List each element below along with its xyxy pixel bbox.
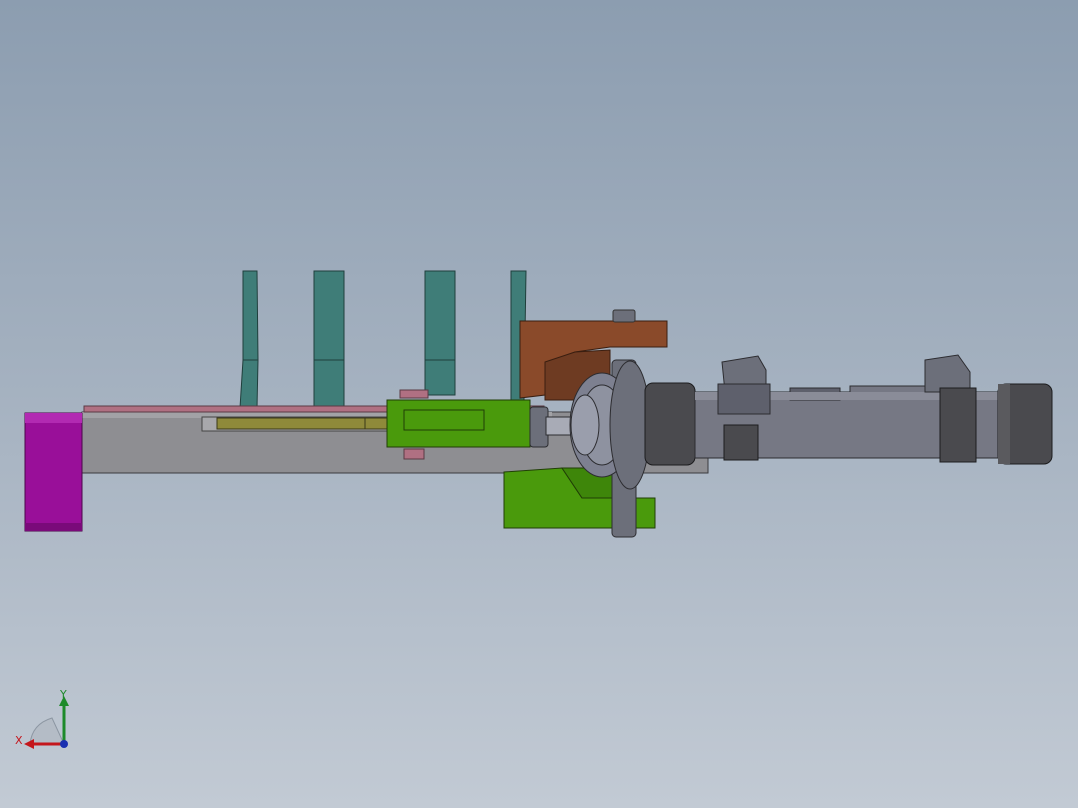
cylinder-cap-rear[interactable]	[997, 383, 1053, 465]
teal-fin-2	[313, 270, 345, 409]
magenta-end-bracket[interactable]	[24, 412, 83, 532]
cad-assembly-model[interactable]	[0, 0, 1078, 808]
x-axis-arrowhead	[24, 739, 34, 749]
teal-fin-3	[424, 270, 456, 396]
triad-shade	[29, 717, 65, 745]
x-axis-label: X	[15, 734, 23, 747]
teal-fins[interactable]	[239, 270, 527, 409]
orientation-triad[interactable]: Y X	[10, 684, 80, 754]
cylinder-cap-front[interactable]	[644, 382, 696, 466]
z-axis-dot	[60, 740, 68, 748]
teal-fin-1	[239, 270, 259, 409]
cad-graphics-viewport[interactable]: Y X	[0, 0, 1078, 808]
y-axis-label: Y	[59, 688, 67, 701]
